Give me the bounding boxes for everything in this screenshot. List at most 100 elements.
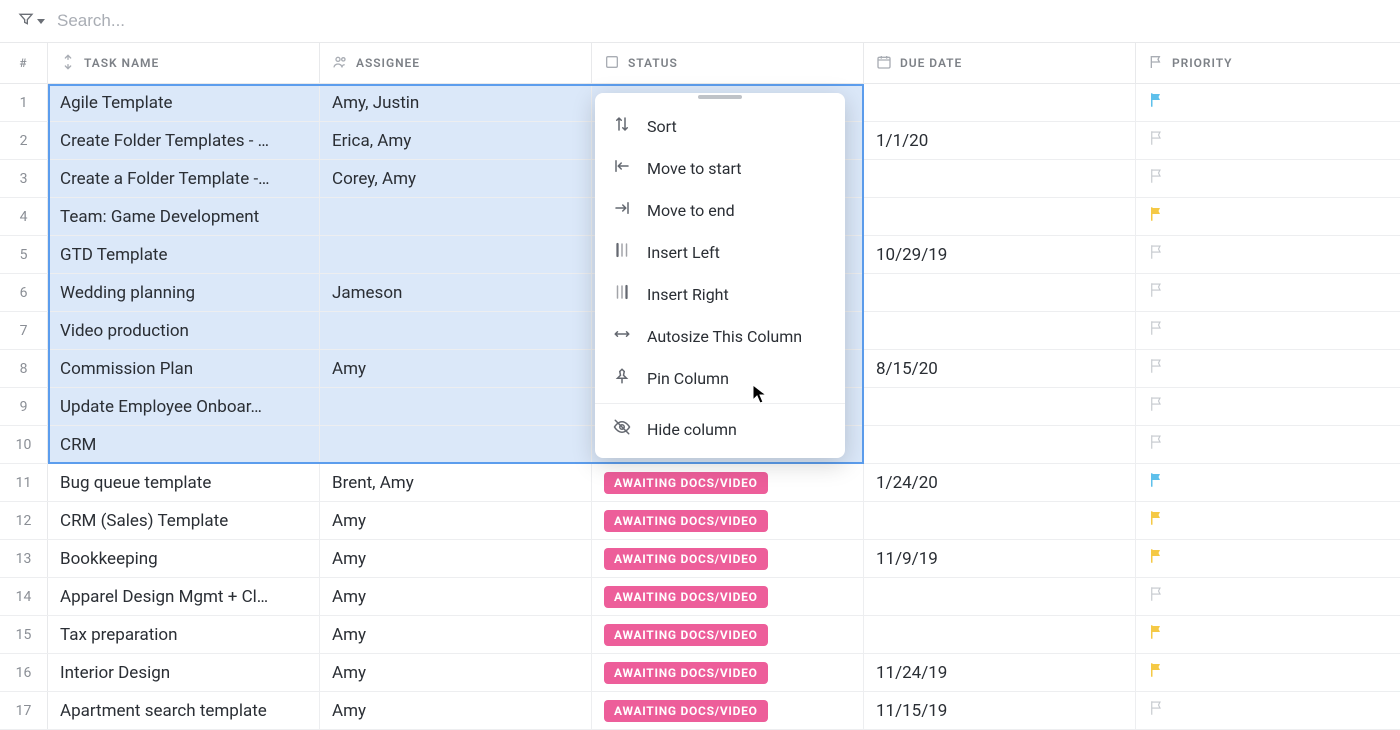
col-header-status[interactable]: STATUS [592, 43, 864, 83]
task-name-cell[interactable]: Team: Game Development [48, 198, 320, 235]
status-badge[interactable]: AWAITING DOCS/VIDEO [604, 472, 768, 494]
menu-item-hide[interactable]: Hide column [595, 408, 845, 450]
assignee-cell[interactable] [320, 236, 592, 273]
table-row[interactable]: 16Interior DesignAmyAWAITING DOCS/VIDEO1… [0, 654, 1400, 692]
table-row[interactable]: 14Apparel Design Mgmt + Cl…AmyAWAITING D… [0, 578, 1400, 616]
filter-button[interactable] [18, 11, 45, 31]
due-date-cell[interactable]: 11/15/19 [864, 692, 1136, 729]
assignee-cell[interactable]: Amy [320, 616, 592, 653]
menu-item-insert-left[interactable]: Insert Left [595, 231, 845, 273]
task-name-cell[interactable]: Bookkeeping [48, 540, 320, 577]
assignee-cell[interactable]: Brent, Amy [320, 464, 592, 501]
assignee-cell[interactable]: Jameson [320, 274, 592, 311]
priority-cell[interactable] [1136, 122, 1400, 159]
table-row[interactable]: 12CRM (Sales) TemplateAmyAWAITING DOCS/V… [0, 502, 1400, 540]
menu-item-move-start[interactable]: Move to start [595, 147, 845, 189]
task-name-cell[interactable]: Create a Folder Template -… [48, 160, 320, 197]
task-name-cell[interactable]: CRM [48, 426, 320, 463]
col-header-task[interactable]: TASK NAME [48, 43, 320, 83]
status-cell[interactable]: AWAITING DOCS/VIDEO [592, 654, 864, 691]
status-badge[interactable]: AWAITING DOCS/VIDEO [604, 662, 768, 684]
due-date-cell[interactable]: 1/24/20 [864, 464, 1136, 501]
status-cell[interactable]: AWAITING DOCS/VIDEO [592, 502, 864, 539]
table-row[interactable]: 11Bug queue templateBrent, AmyAWAITING D… [0, 464, 1400, 502]
table-row[interactable]: 13BookkeepingAmyAWAITING DOCS/VIDEO11/9/… [0, 540, 1400, 578]
assignee-cell[interactable]: Amy [320, 350, 592, 387]
due-date-cell[interactable]: 1/1/20 [864, 122, 1136, 159]
priority-cell[interactable] [1136, 502, 1400, 539]
status-cell[interactable]: AWAITING DOCS/VIDEO [592, 616, 864, 653]
assignee-cell[interactable]: Amy [320, 578, 592, 615]
status-badge[interactable]: AWAITING DOCS/VIDEO [604, 586, 768, 608]
priority-cell[interactable] [1136, 160, 1400, 197]
priority-cell[interactable] [1136, 198, 1400, 235]
priority-cell[interactable] [1136, 692, 1400, 729]
assignee-cell[interactable]: Amy [320, 692, 592, 729]
priority-cell[interactable] [1136, 616, 1400, 653]
search-input[interactable] [57, 11, 1382, 31]
priority-cell[interactable] [1136, 274, 1400, 311]
task-name-cell[interactable]: Tax preparation [48, 616, 320, 653]
status-cell[interactable]: AWAITING DOCS/VIDEO [592, 464, 864, 501]
due-date-cell[interactable] [864, 426, 1136, 463]
task-name-cell[interactable]: Apartment search template [48, 692, 320, 729]
task-name-cell[interactable]: Agile Template [48, 84, 320, 121]
due-date-cell[interactable] [864, 84, 1136, 121]
task-name-cell[interactable]: Bug queue template [48, 464, 320, 501]
priority-cell[interactable] [1136, 388, 1400, 425]
due-date-cell[interactable] [864, 388, 1136, 425]
menu-item-pin[interactable]: Pin Column [595, 357, 845, 399]
priority-cell[interactable] [1136, 540, 1400, 577]
col-header-priority[interactable]: PRIORITY [1136, 43, 1400, 83]
status-badge[interactable]: AWAITING DOCS/VIDEO [604, 624, 768, 646]
priority-cell[interactable] [1136, 236, 1400, 273]
table-row[interactable]: 17Apartment search templateAmyAWAITING D… [0, 692, 1400, 730]
assignee-cell[interactable]: Corey, Amy [320, 160, 592, 197]
due-date-cell[interactable] [864, 198, 1136, 235]
menu-item-autosize[interactable]: Autosize This Column [595, 315, 845, 357]
assignee-cell[interactable] [320, 312, 592, 349]
due-date-cell[interactable] [864, 502, 1136, 539]
assignee-cell[interactable] [320, 426, 592, 463]
task-name-cell[interactable]: Commission Plan [48, 350, 320, 387]
menu-item-move-end[interactable]: Move to end [595, 189, 845, 231]
assignee-cell[interactable]: Erica, Amy [320, 122, 592, 159]
priority-cell[interactable] [1136, 464, 1400, 501]
col-header-due[interactable]: DUE DATE [864, 43, 1136, 83]
task-name-cell[interactable]: Update Employee Onboar… [48, 388, 320, 425]
assignee-cell[interactable]: Amy [320, 502, 592, 539]
due-date-cell[interactable] [864, 312, 1136, 349]
status-badge[interactable]: AWAITING DOCS/VIDEO [604, 548, 768, 570]
task-name-cell[interactable]: GTD Template [48, 236, 320, 273]
priority-cell[interactable] [1136, 654, 1400, 691]
task-name-cell[interactable]: Video production [48, 312, 320, 349]
menu-item-sort[interactable]: Sort [595, 105, 845, 147]
due-date-cell[interactable]: 11/24/19 [864, 654, 1136, 691]
priority-cell[interactable] [1136, 578, 1400, 615]
assignee-cell[interactable] [320, 198, 592, 235]
due-date-cell[interactable]: 10/29/19 [864, 236, 1136, 273]
assignee-cell[interactable]: Amy, Justin [320, 84, 592, 121]
status-badge[interactable]: AWAITING DOCS/VIDEO [604, 700, 768, 722]
priority-cell[interactable] [1136, 426, 1400, 463]
status-badge[interactable]: AWAITING DOCS/VIDEO [604, 510, 768, 532]
assignee-cell[interactable]: Amy [320, 654, 592, 691]
due-date-cell[interactable]: 11/9/19 [864, 540, 1136, 577]
status-cell[interactable]: AWAITING DOCS/VIDEO [592, 692, 864, 729]
due-date-cell[interactable] [864, 160, 1136, 197]
col-header-number[interactable]: # [0, 43, 48, 83]
status-cell[interactable]: AWAITING DOCS/VIDEO [592, 540, 864, 577]
menu-item-insert-right[interactable]: Insert Right [595, 273, 845, 315]
task-name-cell[interactable]: Interior Design [48, 654, 320, 691]
priority-cell[interactable] [1136, 312, 1400, 349]
task-name-cell[interactable]: Apparel Design Mgmt + Cl… [48, 578, 320, 615]
task-name-cell[interactable]: Create Folder Templates - … [48, 122, 320, 159]
task-name-cell[interactable]: CRM (Sales) Template [48, 502, 320, 539]
priority-cell[interactable] [1136, 350, 1400, 387]
due-date-cell[interactable] [864, 616, 1136, 653]
table-row[interactable]: 15Tax preparationAmyAWAITING DOCS/VIDEO [0, 616, 1400, 654]
drag-handle[interactable] [698, 95, 742, 99]
assignee-cell[interactable] [320, 388, 592, 425]
task-name-cell[interactable]: Wedding planning [48, 274, 320, 311]
status-cell[interactable]: AWAITING DOCS/VIDEO [592, 578, 864, 615]
